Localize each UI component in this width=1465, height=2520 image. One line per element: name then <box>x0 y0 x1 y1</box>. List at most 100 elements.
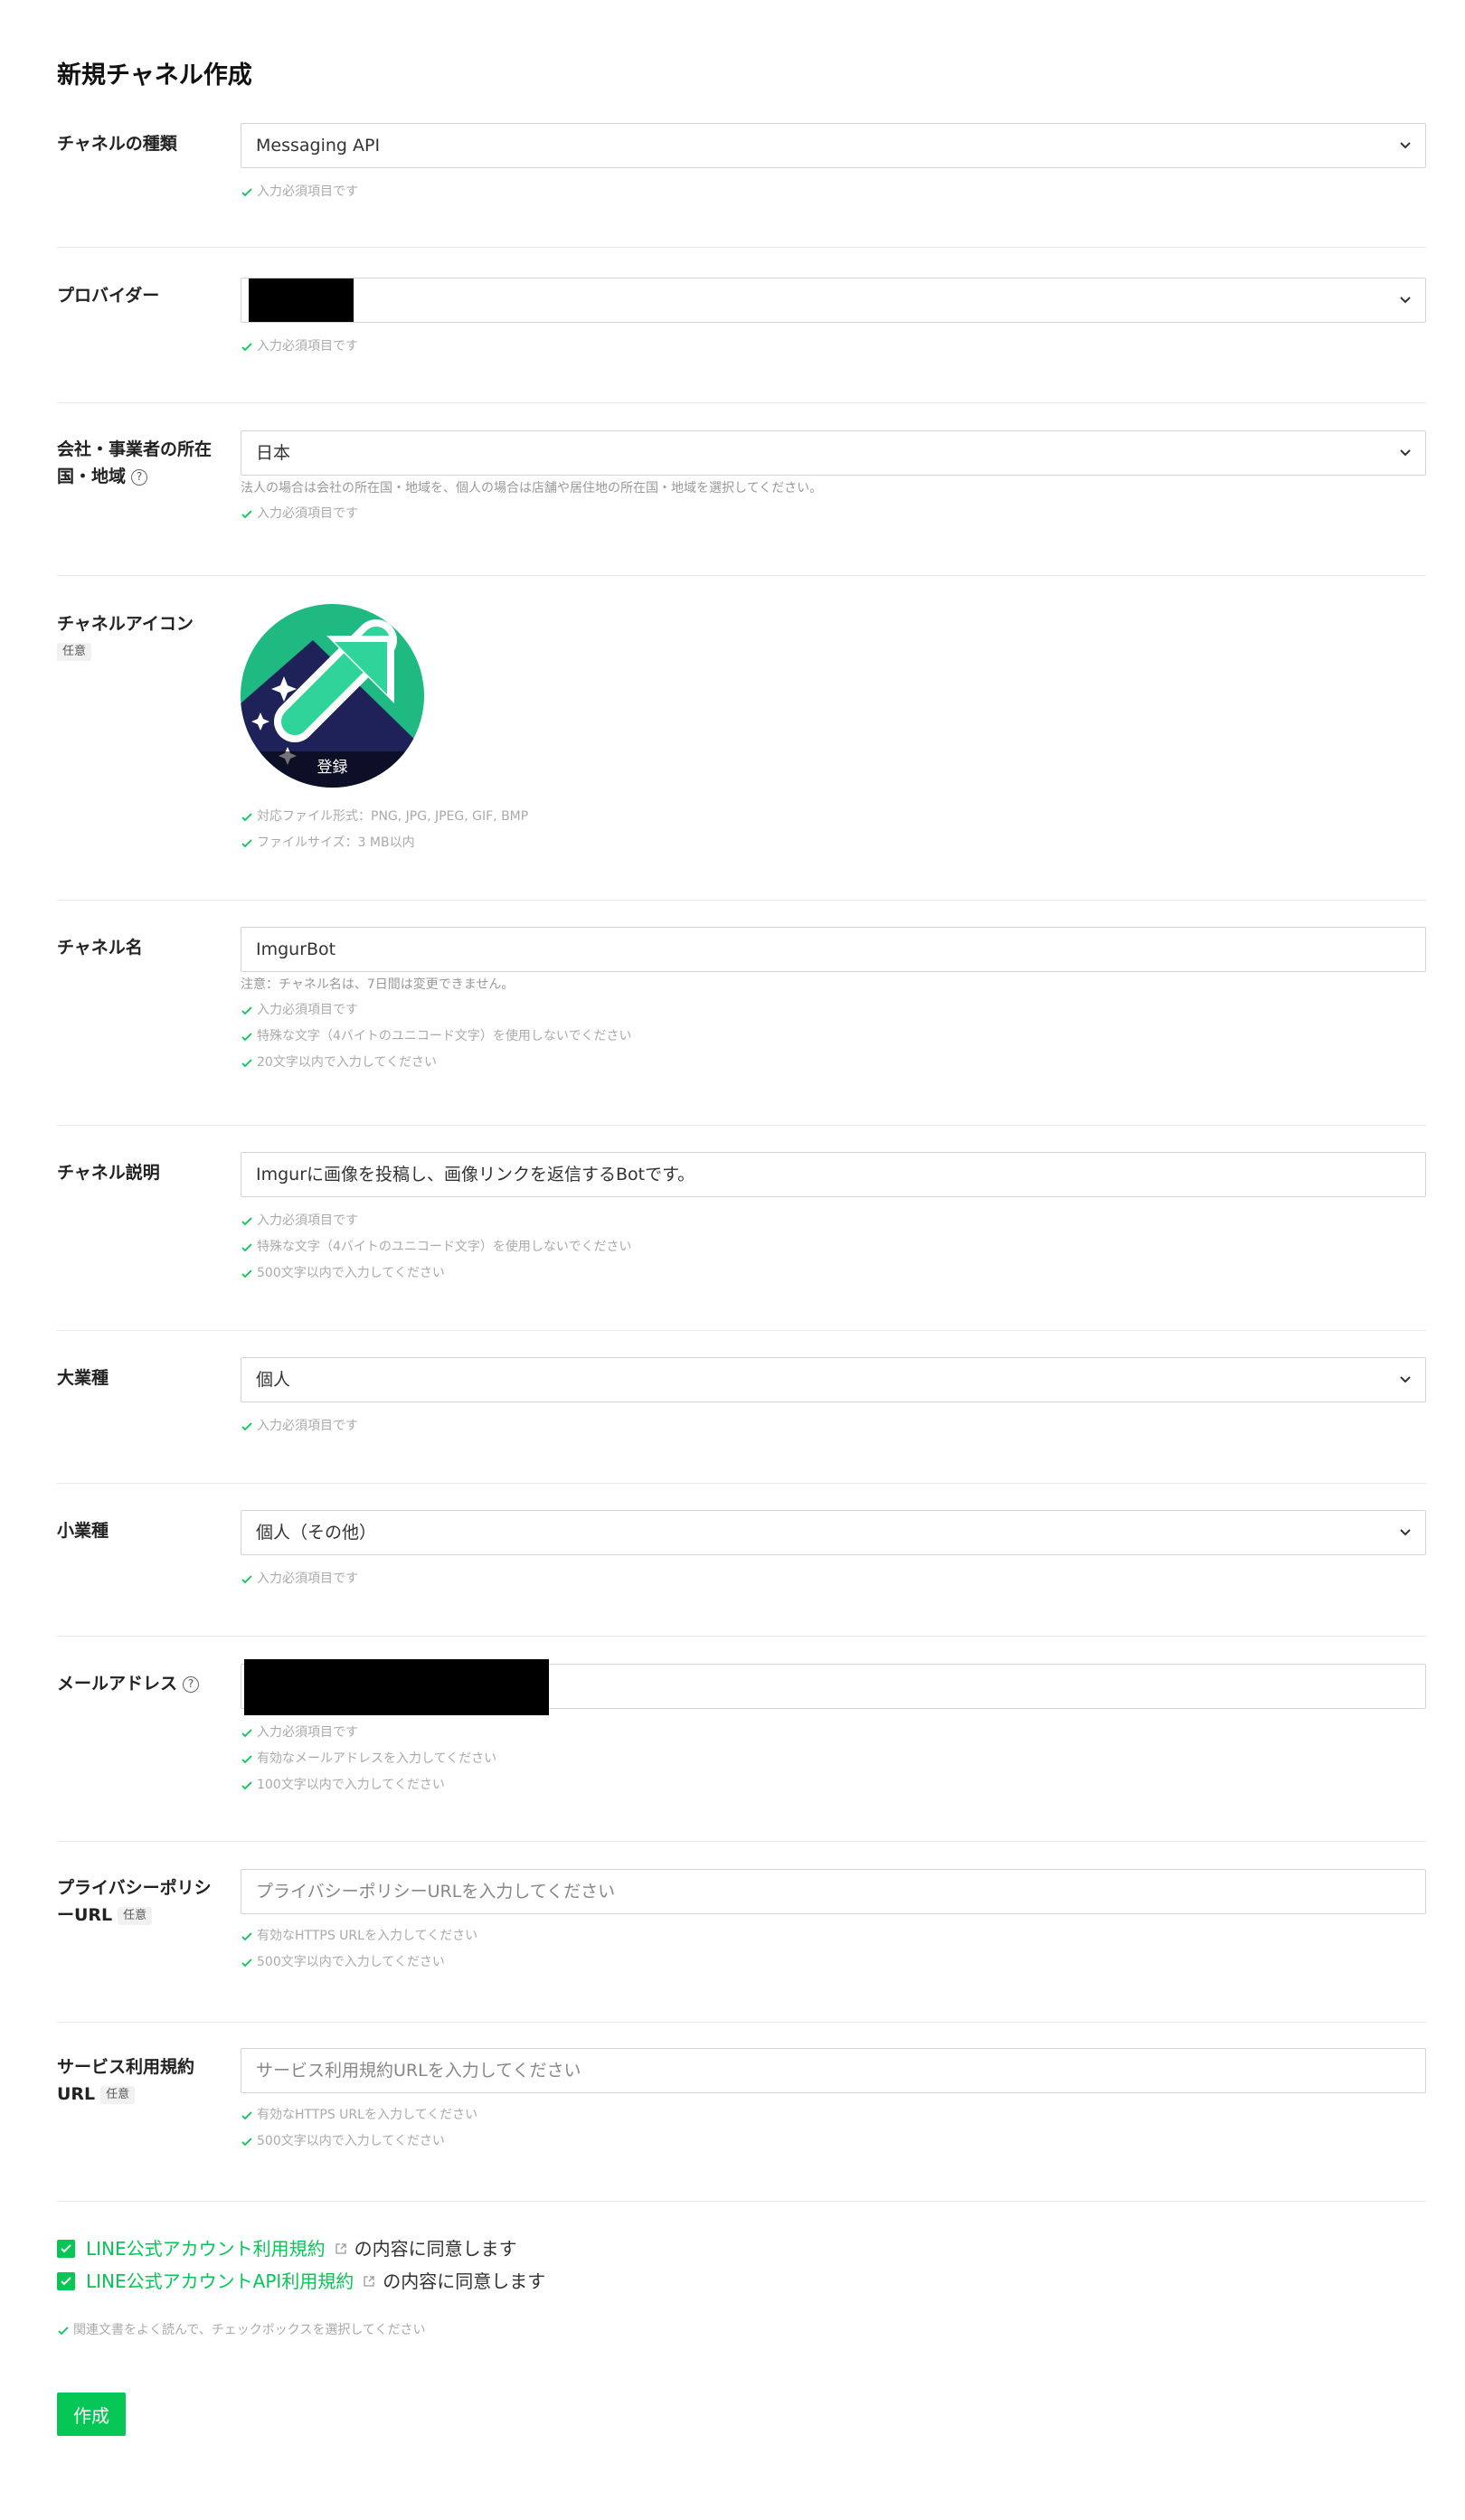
check-icon <box>241 1032 252 1041</box>
chevron-down-icon <box>1400 1511 1411 1554</box>
create-button[interactable]: 作成 <box>57 2393 126 2436</box>
validation-item: 入力必須項目です <box>241 179 1426 205</box>
chevron-down-icon <box>1400 124 1411 167</box>
check-icon <box>241 1421 252 1430</box>
industry-minor-value: 個人（その他） <box>256 1523 377 1543</box>
country-label: 会社・事業者の所在国・地域? <box>57 439 213 486</box>
agreement-suffix: の内容に同意します <box>354 2238 517 2260</box>
check-icon <box>241 838 252 847</box>
row-channel-icon: チャネルアイコン 任意 登録 対応ファイル形式：PNG, JPG, JPEG, … <box>57 603 1426 901</box>
channel-name-validations: 入力必須項目です 特殊な文字（4バイトのユニコード文字）を使用しないでください … <box>241 997 1426 1076</box>
email-input[interactable] <box>241 1659 1426 1715</box>
privacy-url-validations: 有効なHTTPS URLを入力してください 500文字以内で入力してください <box>241 1923 1426 1976</box>
help-icon[interactable]: ? <box>131 468 148 486</box>
check-icon <box>241 812 252 821</box>
email-label: メールアドレス? <box>57 1670 229 1697</box>
agreement-api-terms: LINE公式アカウントAPI利用規約 の内容に同意します <box>57 2268 545 2295</box>
email-validations: 入力必須項目です 有効なメールアドレスを入力してください 100文字以内で入力し… <box>241 1720 1426 1798</box>
channel-name-note: 注意：チャネル名は、7日間は変更できません。 <box>241 977 515 992</box>
agreement-checkbox[interactable] <box>57 2240 75 2258</box>
country-validations: 入力必須項目です <box>241 501 1426 527</box>
channel-description-value: Imgurに画像を投稿し、画像リンクを返信するBotです。 <box>256 1165 695 1184</box>
validation-item: 20文字以内で入力してください <box>241 1050 1426 1076</box>
agreement-hint: 関連文書をよく読んで、チェックボックスを選択してください <box>57 2317 425 2344</box>
industry-major-label: 大業種 <box>57 1368 109 1388</box>
validation-item: 入力必須項目です <box>241 1566 1426 1592</box>
channel-type-value: Messaging API <box>256 136 381 156</box>
industry-major-select[interactable]: 個人 <box>241 1357 1426 1402</box>
channel-icon-validations: 対応ファイル形式：PNG, JPG, JPEG, GIF, BMP ファイルサイ… <box>241 804 1426 856</box>
provider-validations: 入力必須項目です <box>241 334 1426 360</box>
terms-url-validations: 有効なHTTPS URLを入力してください 500文字以内で入力してください <box>241 2102 1426 2155</box>
redacted-block <box>249 278 354 322</box>
validation-item: 有効なHTTPS URLを入力してください <box>241 1923 1426 1949</box>
row-email: メールアドレス? 入力必須項目です 有効なメールアドレスを入力してください 10… <box>57 1659 1426 1842</box>
check-icon <box>241 2110 252 2119</box>
chevron-down-icon <box>1400 431 1411 475</box>
validation-item: 特殊な文字（4バイトのユニコード文字）を使用しないでください <box>241 1234 1426 1260</box>
optional-badge: 任意 <box>100 2085 136 2104</box>
country-value: 日本 <box>256 443 291 463</box>
validation-item: 入力必須項目です <box>241 501 1426 527</box>
validation-item: 対応ファイル形式：PNG, JPG, JPEG, GIF, BMP <box>241 804 1426 830</box>
validation-item: ファイルサイズ：3 MB以内 <box>241 830 1426 856</box>
industry-minor-select[interactable]: 個人（その他） <box>241 1510 1426 1555</box>
row-channel-description: チャネル説明 Imgurに画像を投稿し、画像リンクを返信するBotです。 入力必… <box>57 1152 1426 1331</box>
validation-item: 特殊な文字（4バイトのユニコード文字）を使用しないでください <box>241 1024 1426 1050</box>
check-icon <box>241 509 252 518</box>
checkmark-icon <box>61 2244 71 2253</box>
validation-item: 500文字以内で入力してください <box>241 1949 1426 1976</box>
check-icon <box>241 1958 252 1967</box>
row-privacy-url: プライバシーポリシ ーURL 任意 プライバシーポリシーURLを入力してください … <box>57 1869 1426 2023</box>
row-industry-minor: 小業種 個人（その他） 入力必須項目です <box>57 1510 1426 1637</box>
channel-icon-label: チャネルアイコン 任意 <box>57 610 229 661</box>
channel-description-validations: 入力必須項目です 特殊な文字（4バイトのユニコード文字）を使用しないでください … <box>241 1208 1426 1287</box>
row-provider: プロバイダー 入力必須項目です <box>57 275 1426 403</box>
agreement-checkbox[interactable] <box>57 2272 75 2290</box>
provider-select[interactable] <box>241 278 1426 323</box>
channel-name-input[interactable]: ImgurBot <box>241 927 1426 972</box>
api-terms-link[interactable]: LINE公式アカウントAPI利用規約 <box>86 2268 354 2295</box>
check-icon <box>241 1728 252 1737</box>
validation-item: 入力必須項目です <box>241 997 1426 1024</box>
check-icon <box>241 187 252 196</box>
row-channel-type: チャネルの種類 Messaging API 入力必須項目です <box>57 123 1426 248</box>
check-icon <box>241 1780 252 1789</box>
check-icon <box>241 2137 252 2146</box>
terms-url-input[interactable]: サービス利用規約URLを入力してください <box>241 2048 1426 2093</box>
channel-name-value: ImgurBot <box>256 939 336 959</box>
check-icon <box>241 1242 252 1251</box>
validation-item: 入力必須項目です <box>241 1413 1426 1439</box>
check-icon <box>241 1216 252 1225</box>
row-industry-major: 大業種 個人 入力必須項目です <box>57 1357 1426 1484</box>
channel-type-validations: 入力必須項目です <box>241 179 1426 205</box>
validation-item: 500文字以内で入力してください <box>241 1260 1426 1287</box>
channel-icon-upload[interactable]: 登録 <box>241 604 424 788</box>
industry-minor-label: 小業種 <box>57 1521 109 1541</box>
row-terms-url: サービス利用規約 URL 任意 サービス利用規約URLを入力してください 有効なH… <box>57 2048 1426 2202</box>
optional-badge: 任意 <box>57 643 92 661</box>
country-select[interactable]: 日本 <box>241 430 1426 476</box>
validation-item: 入力必須項目です <box>241 1720 1426 1746</box>
check-icon <box>241 1005 252 1015</box>
validation-item: 入力必須項目です <box>241 1208 1426 1234</box>
privacy-url-label: プライバシーポリシ ーURL 任意 <box>57 1878 212 1925</box>
privacy-url-placeholder: プライバシーポリシーURLを入力してください <box>256 1882 616 1902</box>
chevron-down-icon <box>1400 1358 1411 1402</box>
terms-url-placeholder: サービス利用規約URLを入力してください <box>256 2061 581 2081</box>
channel-description-input[interactable]: Imgurに画像を投稿し、画像リンクを返信するBotです。 <box>241 1152 1426 1197</box>
country-note: 法人の場合は会社の所在国・地域を、個人の場合は店舗や居住地の所在国・地域を選択し… <box>241 481 823 496</box>
check-icon <box>241 1269 252 1278</box>
validation-item: 有効なメールアドレスを入力してください <box>241 1746 1426 1772</box>
agreement-suffix: の内容に同意します <box>383 2270 546 2292</box>
optional-badge: 任意 <box>118 1906 153 1925</box>
channel-description-label: チャネル説明 <box>57 1163 160 1183</box>
channel-type-select[interactable]: Messaging API <box>241 123 1426 168</box>
terms-link[interactable]: LINE公式アカウント利用規約 <box>86 2235 326 2262</box>
page-title: 新規チャネル作成 <box>57 61 252 90</box>
validation-item: 500文字以内で入力してください <box>241 2128 1426 2155</box>
validation-item: 入力必須項目です <box>241 334 1426 360</box>
privacy-url-input[interactable]: プライバシーポリシーURLを入力してください <box>241 1869 1426 1914</box>
check-icon <box>241 1058 252 1067</box>
help-icon[interactable]: ? <box>183 1675 200 1693</box>
